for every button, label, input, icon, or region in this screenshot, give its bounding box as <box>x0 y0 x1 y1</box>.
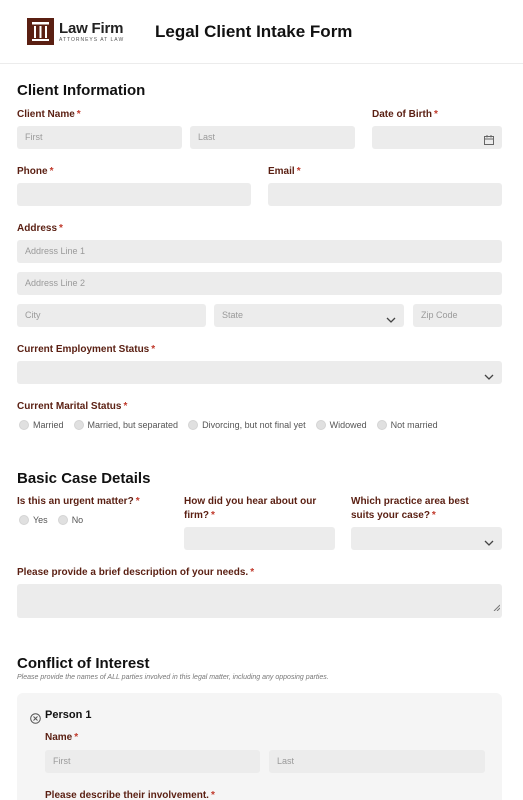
marital-option-divorcing[interactable]: Divorcing, but not final yet <box>188 420 306 430</box>
logo-name: Law Firm <box>59 19 124 37</box>
resize-handle-icon[interactable] <box>493 598 501 616</box>
logo-subtitle: ATTORNEYS AT LAW <box>59 36 125 43</box>
marital-option-not-married[interactable]: Not married <box>376 420 438 430</box>
practice-area-label: Which practice area best suits your case?… <box>351 496 469 521</box>
radio-button[interactable] <box>73 420 84 430</box>
description-label: Please provide a brief description of yo… <box>17 567 255 578</box>
dob-input[interactable] <box>372 126 502 149</box>
person-name-label: Name * <box>45 732 79 743</box>
radio-button[interactable] <box>315 420 326 430</box>
email-label: Email * <box>268 166 301 177</box>
person-first-name-input[interactable]: First <box>45 750 260 773</box>
referral-source-label: How did you hear about our firm? * <box>184 496 317 521</box>
person-last-name-input[interactable]: Last <box>269 750 485 773</box>
description-textarea[interactable] <box>17 584 502 618</box>
urgent-option-yes[interactable]: Yes <box>19 515 48 525</box>
phone-input[interactable] <box>17 183 251 206</box>
radio-button[interactable] <box>376 420 387 430</box>
calendar-icon[interactable] <box>484 132 494 150</box>
marital-status-label: Current Marital Status * <box>17 401 128 412</box>
practice-area-select[interactable] <box>351 527 502 550</box>
marital-option-separated[interactable]: Married, but separated <box>73 420 178 430</box>
urgent-option-no[interactable]: No <box>57 515 83 525</box>
referral-source-input[interactable] <box>184 527 335 550</box>
radio-button[interactable] <box>19 420 29 430</box>
pillar-icon <box>27 18 54 45</box>
section-title-client-info: Client Information <box>17 82 146 99</box>
marital-status-radio-group: Married Married, but separated Divorcing… <box>19 420 438 430</box>
involvement-label: Please describe their involvement. * <box>45 790 215 800</box>
client-last-name-input[interactable]: Last <box>190 126 355 149</box>
urgent-radio-group: Yes No <box>19 515 83 525</box>
marital-option-widowed[interactable]: Widowed <box>315 420 367 430</box>
radio-button[interactable] <box>19 515 29 525</box>
header-divider <box>0 63 523 64</box>
firm-logo: Law Firm ATTORNEYS AT LAW <box>27 18 124 45</box>
page-header: Law Firm ATTORNEYS AT LAW Legal Client I… <box>0 0 523 64</box>
address-label: Address * <box>17 223 63 234</box>
address-line1-input[interactable]: Address Line 1 <box>17 240 502 263</box>
email-input[interactable] <box>268 183 502 206</box>
client-name-label: Client Name * <box>17 109 81 120</box>
radio-button[interactable] <box>188 420 199 430</box>
person-title: Person 1 <box>45 709 92 721</box>
urgent-label: Is this an urgent matter? * <box>17 496 140 507</box>
conflict-note: Please provide the names of ALL parties … <box>17 674 329 681</box>
chevron-down-icon <box>386 311 396 329</box>
radio-button[interactable] <box>57 515 68 525</box>
client-first-name-input[interactable]: First <box>17 126 182 149</box>
remove-person-icon[interactable] <box>30 711 41 729</box>
chevron-down-icon <box>484 534 494 552</box>
employment-status-select[interactable] <box>17 361 502 384</box>
state-select[interactable]: State <box>214 304 404 327</box>
address-line2-input[interactable]: Address Line 2 <box>17 272 502 295</box>
city-input[interactable]: City <box>17 304 206 327</box>
section-title-case-details: Basic Case Details <box>17 470 151 487</box>
section-title-conflict: Conflict of Interest <box>17 655 150 672</box>
dob-label: Date of Birth * <box>372 109 438 120</box>
employment-status-label: Current Employment Status * <box>17 344 156 355</box>
zip-code-input[interactable]: Zip Code <box>413 304 502 327</box>
page-title: Legal Client Intake Form <box>155 22 353 41</box>
chevron-down-icon <box>484 368 494 386</box>
phone-label: Phone * <box>17 166 54 177</box>
marital-option-married[interactable]: Married <box>19 420 64 430</box>
